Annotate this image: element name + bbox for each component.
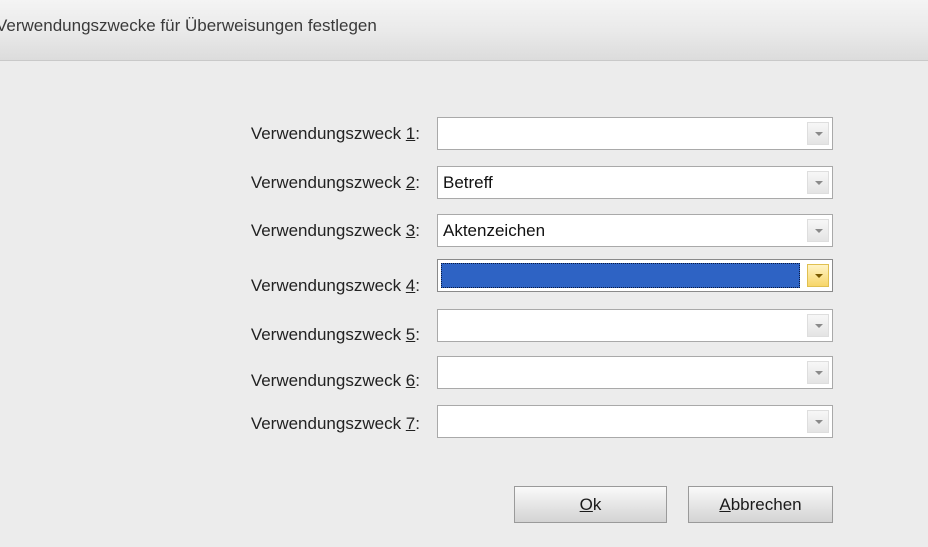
- label-verwendungszweck-4: Verwendungszweck 4:: [250, 276, 420, 295]
- combo-value: Aktenzeichen: [443, 221, 546, 240]
- label-verwendungszweck-2: Verwendungszweck 2:: [250, 173, 420, 192]
- label-verwendungszweck-6: Verwendungszweck 6:: [250, 371, 420, 390]
- chevron-down-icon[interactable]: [807, 171, 829, 194]
- chevron-down-icon[interactable]: [807, 264, 829, 287]
- combo-value: Betreff: [443, 173, 493, 192]
- combo-verwendungszweck-2[interactable]: Betreff: [437, 166, 833, 199]
- chevron-down-icon[interactable]: [807, 314, 829, 337]
- selection-highlight: [441, 263, 800, 288]
- label-verwendungszweck-1: Verwendungszweck 1:: [250, 124, 420, 143]
- chevron-down-icon[interactable]: [807, 122, 829, 145]
- cancel-button[interactable]: Abbrechen: [688, 486, 833, 523]
- chevron-down-icon[interactable]: [807, 410, 829, 433]
- chevron-down-icon[interactable]: [807, 219, 829, 242]
- combo-verwendungszweck-1[interactable]: [437, 117, 833, 150]
- title-bar[interactable]: Verwendungszwecke für Überweisungen fest…: [0, 0, 928, 61]
- dialog-window: Verwendungszwecke für Überweisungen fest…: [0, 0, 928, 547]
- combo-verwendungszweck-4[interactable]: [437, 259, 833, 292]
- label-verwendungszweck-5: Verwendungszweck 5:: [250, 325, 420, 344]
- label-verwendungszweck-7: Verwendungszweck 7:: [250, 414, 420, 433]
- combo-verwendungszweck-3[interactable]: Aktenzeichen: [437, 214, 833, 247]
- chevron-down-icon[interactable]: [807, 361, 829, 384]
- combo-verwendungszweck-5[interactable]: [437, 309, 833, 342]
- label-verwendungszweck-3: Verwendungszweck 3:: [250, 221, 420, 240]
- ok-button[interactable]: Ok: [514, 486, 667, 523]
- combo-verwendungszweck-7[interactable]: [437, 405, 833, 438]
- combo-verwendungszweck-6[interactable]: [437, 356, 833, 389]
- window-title: Verwendungszwecke für Überweisungen fest…: [0, 16, 377, 35]
